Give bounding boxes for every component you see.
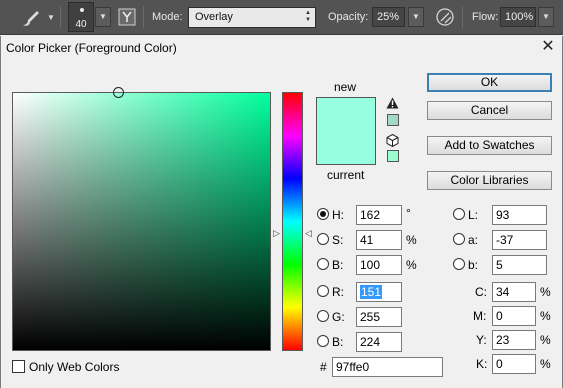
lightness-label: L: bbox=[468, 208, 479, 222]
brush-tip-icon bbox=[80, 8, 84, 12]
blue-label: B: bbox=[332, 335, 344, 349]
hue-radio[interactable] bbox=[317, 208, 329, 220]
opacity-input[interactable]: 25% bbox=[372, 7, 405, 27]
black-label: K: bbox=[476, 357, 488, 371]
brightness-label: B: bbox=[332, 258, 344, 272]
saturation-input[interactable]: 41 bbox=[356, 230, 402, 250]
ok-button[interactable]: OK bbox=[427, 73, 552, 92]
out-of-gamut-warning-icon[interactable] bbox=[386, 97, 399, 109]
cyan-label: C: bbox=[475, 285, 487, 299]
yellow-label: Y: bbox=[476, 333, 487, 347]
lightness-radio[interactable] bbox=[453, 208, 465, 220]
hue-slider-left-arrow-icon[interactable]: ▷ bbox=[273, 228, 280, 239]
red-input[interactable]: 151 bbox=[356, 282, 402, 302]
separator bbox=[462, 6, 463, 28]
percent-unit: % bbox=[540, 285, 551, 299]
dialog-title: Color Picker (Foreground Color) bbox=[6, 41, 177, 55]
saturation-radio[interactable] bbox=[317, 233, 329, 245]
green-radio[interactable] bbox=[317, 310, 329, 322]
flow-dropdown[interactable]: ▼ bbox=[538, 7, 554, 27]
select-arrows-icon: ▲ ▼ bbox=[305, 10, 311, 23]
color-field[interactable] bbox=[12, 87, 271, 351]
a-channel-label: a: bbox=[468, 233, 479, 247]
only-web-colors-label: Only Web Colors bbox=[29, 360, 120, 374]
tool-preset-arrow-icon[interactable]: ▼ bbox=[47, 13, 55, 22]
opacity-dropdown[interactable]: ▼ bbox=[408, 7, 424, 27]
yellow-input[interactable]: 23 bbox=[492, 330, 536, 350]
b-channel-input[interactable]: 5 bbox=[492, 255, 547, 275]
brightness-input[interactable]: 100 bbox=[356, 255, 402, 275]
blend-mode-value: Overlay bbox=[195, 11, 233, 23]
a-channel-input[interactable]: -37 bbox=[492, 230, 547, 250]
color-libraries-button[interactable]: Color Libraries bbox=[427, 171, 552, 190]
saturation-label: S: bbox=[332, 233, 344, 247]
only-web-colors-checkbox[interactable] bbox=[12, 360, 25, 373]
lightness-input[interactable]: 93 bbox=[492, 205, 547, 225]
mode-label: Mode: bbox=[152, 11, 183, 23]
percent-unit: % bbox=[540, 333, 551, 347]
web-safe-cube-icon[interactable] bbox=[386, 134, 399, 147]
current-color-swatch[interactable] bbox=[316, 131, 376, 165]
black-input[interactable]: 0 bbox=[492, 354, 536, 374]
tool-options-bar: ▼ 40 ▼ Mode: Overlay ▲ ▼ Opacity: 25% ▼ F… bbox=[0, 0, 563, 35]
new-color-swatch bbox=[316, 97, 376, 131]
a-channel-radio[interactable] bbox=[453, 233, 465, 245]
percent-unit: % bbox=[540, 309, 551, 323]
color-picker-dialog: Color Picker (Foreground Color) ✕ ▷ ◁ ne… bbox=[0, 36, 563, 388]
color-field-cursor[interactable] bbox=[113, 87, 125, 98]
pressure-opacity-icon[interactable] bbox=[435, 7, 455, 27]
separator bbox=[143, 6, 144, 28]
b-channel-label: b: bbox=[468, 258, 479, 272]
magenta-label: M: bbox=[473, 309, 487, 323]
red-label: R: bbox=[332, 285, 344, 299]
hue-label: H: bbox=[332, 208, 344, 222]
blue-radio[interactable] bbox=[317, 335, 329, 347]
current-color-label: current bbox=[327, 168, 365, 182]
hex-label: # bbox=[320, 360, 327, 374]
hue-input[interactable]: 162 bbox=[356, 205, 402, 225]
cyan-input[interactable]: 34 bbox=[492, 282, 536, 302]
blend-mode-select[interactable]: Overlay ▲ ▼ bbox=[188, 7, 316, 28]
hue-slider-right-arrow-icon[interactable]: ◁ bbox=[305, 228, 312, 239]
brush-panel-icon[interactable] bbox=[118, 8, 136, 26]
brush-tool-icon[interactable] bbox=[20, 8, 42, 28]
close-icon[interactable]: ✕ bbox=[539, 38, 557, 56]
web-safe-color-swatch[interactable] bbox=[387, 150, 399, 162]
percent-unit: % bbox=[540, 357, 551, 371]
cancel-button[interactable]: Cancel bbox=[427, 101, 552, 120]
red-value-selected: 151 bbox=[360, 285, 383, 299]
separator bbox=[60, 6, 61, 28]
flow-input[interactable]: 100% bbox=[500, 7, 536, 27]
degree-unit: ° bbox=[406, 206, 411, 220]
brightness-radio[interactable] bbox=[317, 258, 329, 270]
percent-unit: % bbox=[406, 233, 417, 247]
hex-input[interactable]: 97ffe0 bbox=[332, 357, 443, 377]
flow-label: Flow: bbox=[472, 11, 499, 23]
add-to-swatches-button[interactable]: Add to Swatches bbox=[427, 136, 552, 155]
blue-input[interactable]: 224 bbox=[356, 332, 402, 352]
b-channel-radio[interactable] bbox=[453, 258, 465, 270]
magenta-input[interactable]: 0 bbox=[492, 306, 536, 326]
gamut-color-swatch[interactable] bbox=[387, 114, 399, 126]
opacity-label: Opacity: bbox=[328, 11, 369, 23]
green-input[interactable]: 255 bbox=[356, 307, 402, 327]
brush-preset-picker[interactable]: 40 bbox=[68, 2, 94, 32]
brush-preset-dropdown[interactable]: ▼ bbox=[95, 7, 111, 27]
red-radio[interactable] bbox=[317, 285, 329, 297]
new-color-label: new bbox=[334, 80, 357, 94]
percent-unit: % bbox=[406, 258, 417, 272]
brush-size-label: 40 bbox=[75, 19, 87, 30]
green-label: G: bbox=[332, 310, 345, 324]
hue-slider[interactable] bbox=[282, 92, 303, 351]
